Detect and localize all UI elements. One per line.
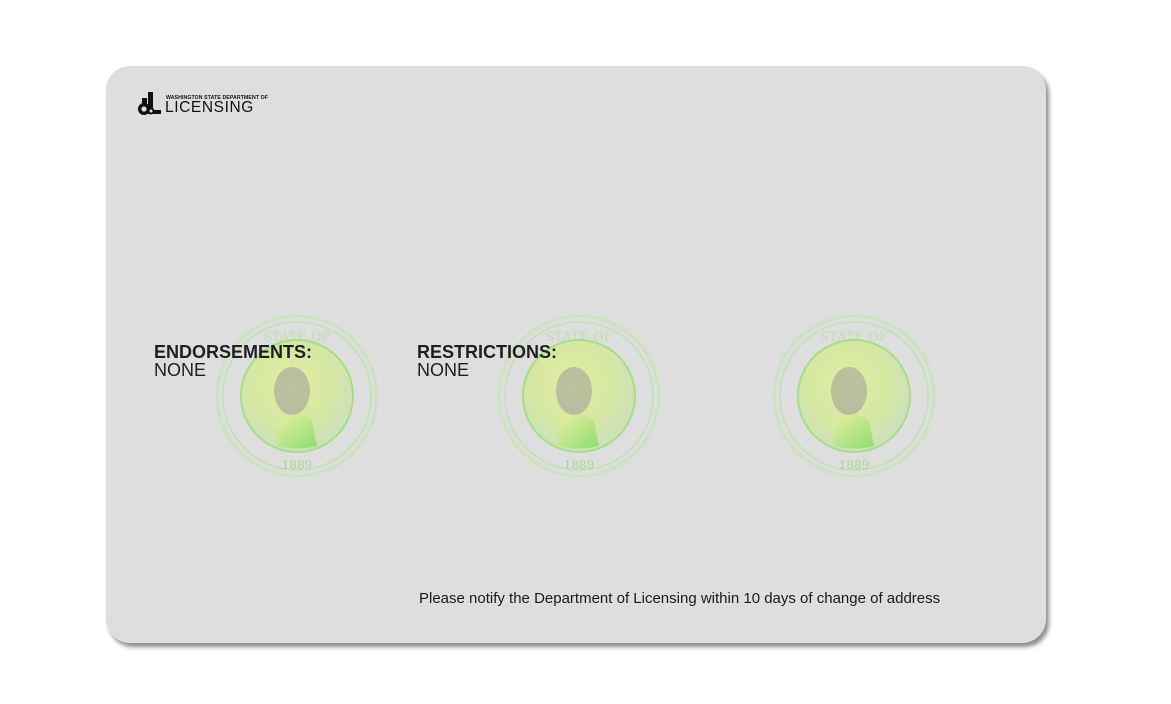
- seal-icon: STATE OF 1889: [497, 314, 661, 478]
- state-seal-watermark: STATE OF 1889: [769, 311, 939, 481]
- endorsements-label: ENDORSEMENTS:: [154, 342, 313, 362]
- logo-licensing-text: LICENSING: [165, 99, 254, 116]
- seal-icon: STATE OF 1889: [215, 314, 379, 478]
- svg-text:1889: 1889: [282, 458, 313, 472]
- state-seal-watermark: STATE OF 1889: [212, 311, 382, 481]
- svg-text:1889: 1889: [564, 458, 595, 472]
- state-seal-watermark: STATE OF 1889: [494, 311, 664, 481]
- svg-text:1889: 1889: [839, 458, 870, 472]
- seal-icon: STATE OF 1889: [772, 314, 936, 478]
- restrictions-label: RESTRICTIONS:: [417, 342, 558, 362]
- license-card-back: WASHINGTON STATE DEPARTMENT OF LICENSING: [106, 66, 1046, 643]
- dol-logo-mark-icon: [138, 92, 161, 115]
- svg-text:STATE OF: STATE OF: [820, 330, 888, 345]
- address-change-notice: Please notify the Department of Licensin…: [419, 590, 941, 607]
- restrictions-value: NONE: [417, 360, 470, 380]
- dol-logo: WASHINGTON STATE DEPARTMENT OF LICENSING: [136, 90, 271, 120]
- endorsements-value: NONE: [154, 360, 207, 380]
